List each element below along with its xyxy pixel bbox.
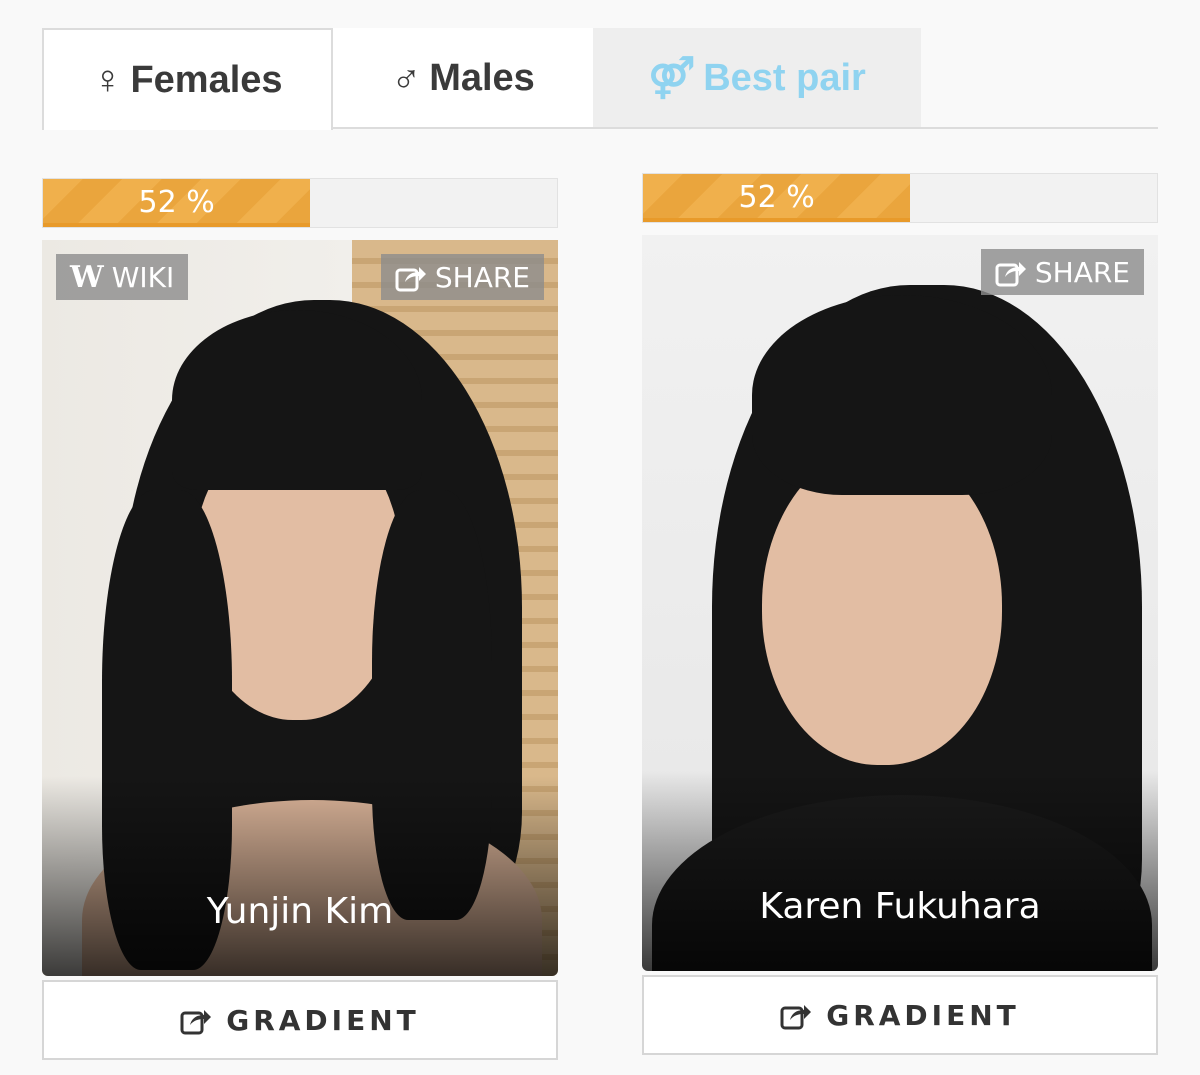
match-card: 52 % W WIKI SHARE Yunjin Kim GRADIENT	[42, 178, 558, 1060]
progress-percent: 52 %	[138, 184, 215, 220]
share-icon	[995, 262, 1026, 287]
tab-females[interactable]: ♀ Females	[42, 28, 333, 130]
gradient-button[interactable]: GRADIENT	[42, 980, 558, 1060]
pair-icon: ⚤	[648, 56, 696, 100]
wikipedia-icon: W	[70, 259, 104, 295]
progress-percent: 52 %	[738, 179, 815, 215]
tab-label: Best pair	[703, 56, 866, 99]
gradient-label: GRADIENT	[226, 1003, 420, 1037]
share-icon	[180, 1010, 212, 1035]
gradient-label: GRADIENT	[826, 998, 1020, 1032]
person-photo: W WIKI SHARE Yunjin Kim	[42, 240, 558, 976]
match-card: 52 % SHARE Karen Fukuhara GRADIENT	[642, 173, 1158, 1055]
similarity-progress-bar: 52 %	[42, 178, 558, 228]
share-button[interactable]: SHARE	[980, 249, 1144, 295]
photo-bangs	[172, 310, 422, 490]
person-name: Yunjin Kim	[206, 891, 394, 932]
share-label: SHARE	[1034, 255, 1130, 289]
photo-gradient	[42, 776, 558, 976]
share-icon	[395, 267, 426, 292]
gradient-button[interactable]: GRADIENT	[642, 975, 1158, 1055]
tab-best-pair[interactable]: ⚤ Best pair	[593, 28, 921, 128]
gender-tabs: ♀ Females ♂ Males ⚤ Best pair	[42, 28, 1158, 130]
photo-gradient	[642, 771, 1158, 971]
person-photo: SHARE Karen Fukuhara	[642, 235, 1158, 971]
tab-males[interactable]: ♂ Males	[333, 28, 593, 128]
tab-label: Females	[130, 58, 283, 101]
photo-hair-top	[752, 295, 1052, 495]
share-button[interactable]: SHARE	[380, 254, 544, 300]
wiki-label: WIKI	[111, 260, 175, 294]
tab-label: Males	[429, 56, 535, 99]
similarity-progress-bar: 52 %	[642, 173, 1158, 223]
share-icon	[780, 1005, 812, 1030]
share-label: SHARE	[434, 260, 530, 294]
male-icon: ♂	[391, 55, 422, 100]
wiki-button[interactable]: W WIKI	[56, 254, 189, 300]
person-name: Karen Fukuhara	[759, 886, 1041, 927]
female-icon: ♀	[92, 57, 123, 102]
